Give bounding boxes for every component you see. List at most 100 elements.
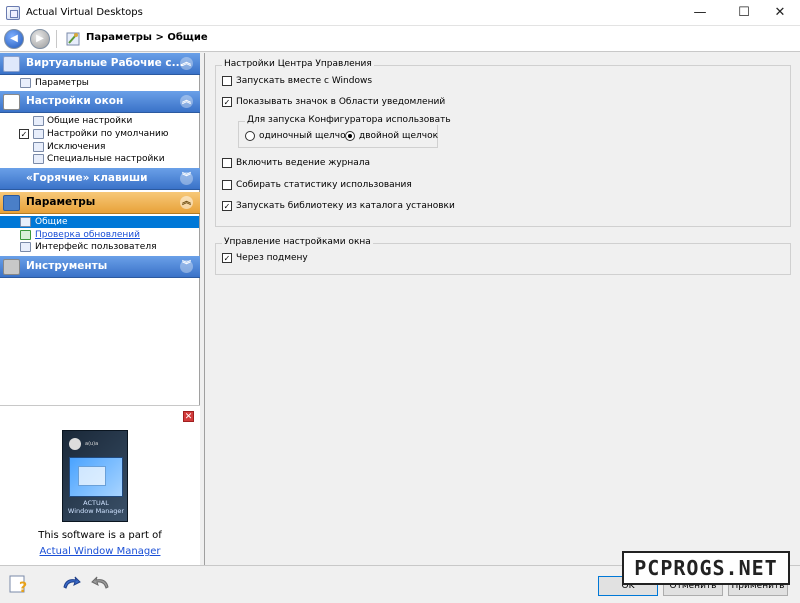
control-center-groupbox: Настройки Центра Управления Запускать вм… xyxy=(215,59,791,227)
chevron-down-icon[interactable]: ︾ xyxy=(180,172,193,185)
parameters-group-icon xyxy=(3,195,20,211)
watermark: PCPROGS.NET xyxy=(622,551,790,585)
window-title: Actual Virtual Desktops xyxy=(26,7,143,18)
forward-button[interactable]: ▶ xyxy=(30,29,50,49)
logging-checkbox[interactable] xyxy=(222,158,232,168)
sidebar-group-hotkeys[interactable]: «Горячие» клавиши ︾ xyxy=(0,168,200,190)
chevron-down-icon[interactable]: ︾ xyxy=(180,260,193,273)
single-click-radio[interactable] xyxy=(245,131,255,141)
desktops-icon xyxy=(3,56,20,72)
default-settings-checkbox[interactable]: ✓ xyxy=(19,129,29,139)
updates-icon xyxy=(20,230,31,240)
general-icon xyxy=(20,217,31,227)
brand-logo-icon xyxy=(69,438,81,450)
brand-line1: ACTUAL xyxy=(83,499,109,507)
window-settings-icon xyxy=(3,94,20,110)
sidebar-item-general-settings[interactable]: Общие настройки xyxy=(0,115,199,127)
option-label: Запускать библиотеку из каталога установ… xyxy=(236,201,455,211)
tray-icon-checkbox[interactable]: ✓ xyxy=(222,97,232,107)
sidebar-group-label: Настройки окон xyxy=(26,95,124,107)
groupbox-title: Настройки Центра Управления xyxy=(222,59,374,69)
library-checkbox[interactable]: ✓ xyxy=(222,201,232,211)
close-ad-icon[interactable]: ✕ xyxy=(183,411,194,422)
maximize-button[interactable]: ☐ xyxy=(724,0,764,26)
keyboard-icon xyxy=(3,171,20,187)
product-box-image: a(u)a ACTUAL Window Manager xyxy=(62,430,128,522)
sidebar-group-window-settings[interactable]: Настройки окон ︽ xyxy=(0,91,200,113)
sidebar-item-default-settings[interactable]: ✓ Настройки по умолчанию xyxy=(0,128,199,140)
sidebar-item-special-settings[interactable]: Специальные настройки xyxy=(0,153,199,165)
sidebar-item-user-interface[interactable]: Интерфейс пользователя xyxy=(0,241,199,253)
groupbox-title: Для запуска Конфигуратора использовать xyxy=(245,115,453,125)
brand-logo-text: a(u)a xyxy=(85,441,99,447)
main-content: Настройки Центра Управления Запускать вм… xyxy=(204,53,800,565)
settings-page-icon xyxy=(66,32,80,46)
undo-icon[interactable] xyxy=(60,573,82,595)
sidebar-item-exclusions[interactable]: Исключения xyxy=(0,141,199,153)
sidebar-item-parameters[interactable]: Параметры xyxy=(0,77,199,89)
minimize-button[interactable]: — xyxy=(680,0,720,26)
groupbox-title: Управление настройками окна xyxy=(222,237,373,247)
sidebar-item-label: Общие настройки xyxy=(47,116,133,126)
sidebar-group-parameters[interactable]: Параметры ︽ xyxy=(0,192,200,214)
stats-checkbox[interactable] xyxy=(222,180,232,190)
sidebar-group-label: «Горячие» клавиши xyxy=(26,172,148,184)
redo-icon[interactable] xyxy=(90,573,112,595)
chevron-up-icon[interactable]: ︽ xyxy=(180,196,193,209)
default-settings-icon xyxy=(33,129,44,139)
sidebar-item-label: Проверка обновлений xyxy=(35,230,140,240)
ad-text: This software is a part of xyxy=(38,530,162,541)
toolbar: ◀ ▶ Параметры > Общие xyxy=(0,26,800,52)
close-button[interactable]: ✕ xyxy=(760,0,800,26)
tools-icon xyxy=(3,259,20,275)
option-label: Собирать статистику использования xyxy=(236,180,412,190)
substitution-checkbox[interactable]: ✓ xyxy=(222,253,232,263)
chevron-up-icon[interactable]: ︽ xyxy=(180,95,193,108)
sidebar-item-label: Исключения xyxy=(47,142,106,152)
back-button[interactable]: ◀ xyxy=(4,29,24,49)
arrow-left-icon: ◀ xyxy=(10,33,18,44)
ad-link[interactable]: Actual Window Manager xyxy=(0,546,200,557)
option-label: Включить ведение журнала xyxy=(236,158,371,168)
general-settings-icon xyxy=(33,116,44,126)
sidebar-item-check-updates[interactable]: Проверка обновлений xyxy=(0,229,199,241)
sidebar-item-label: Параметры xyxy=(35,78,89,88)
double-click-radio[interactable] xyxy=(345,131,355,141)
sidebar-group-virtual-desktops[interactable]: Виртуальные Рабочие с... ︽ xyxy=(0,53,200,75)
option-label: Показывать значок в Области уведомлений xyxy=(236,97,446,107)
sidebar-item-label: Интерфейс пользователя xyxy=(35,242,157,252)
sidebar-item-label: Настройки по умолчанию xyxy=(47,129,169,139)
arrow-right-icon: ▶ xyxy=(36,33,44,44)
sidebar-item-general[interactable]: Общие xyxy=(0,216,199,228)
title-bar: Actual Virtual Desktops — ☐ ✕ xyxy=(0,0,800,26)
brand-line2: Window Manager xyxy=(67,507,125,515)
sidebar-item-label: Специальные настройки xyxy=(47,154,165,164)
launch-method-groupbox: Для запуска Конфигуратора использовать о… xyxy=(238,115,453,148)
breadcrumb: Параметры > Общие xyxy=(86,32,208,43)
special-settings-icon xyxy=(33,154,44,164)
sidebar-group-label: Виртуальные Рабочие с... xyxy=(26,57,184,69)
parameters-icon xyxy=(20,78,31,88)
sidebar: Виртуальные Рабочие с... ︽ Параметры Нас… xyxy=(0,53,200,565)
window-management-groupbox: Управление настройками окна ✓ Через подм… xyxy=(215,237,791,275)
svg-text:?: ? xyxy=(19,580,27,595)
exclusions-icon xyxy=(33,142,44,152)
sidebar-group-tools[interactable]: Инструменты ︾ xyxy=(0,256,200,278)
ad-panel: ✕ a(u)a ACTUAL Window Manager This softw… xyxy=(0,405,200,565)
product-brand: ACTUAL Window Manager xyxy=(66,499,126,515)
chevron-up-icon[interactable]: ︽ xyxy=(180,57,193,70)
help-icon[interactable]: ? xyxy=(8,573,30,595)
option-label: одиночный щелчок xyxy=(259,131,352,141)
sidebar-group-label: Параметры xyxy=(26,196,96,208)
option-label: Через подмену xyxy=(236,253,308,263)
app-icon xyxy=(6,6,20,20)
sidebar-item-label: Общие xyxy=(35,217,68,227)
option-label: двойной щелчок xyxy=(359,131,439,141)
user-interface-icon xyxy=(20,242,31,252)
sidebar-group-label: Инструменты xyxy=(26,260,108,272)
startup-checkbox[interactable] xyxy=(222,76,232,86)
watermark-text: PCPROGS.NET xyxy=(634,556,778,580)
option-label: Запускать вместе с Windows xyxy=(236,76,373,86)
box-screen-graphic xyxy=(69,457,123,497)
toolbar-separator xyxy=(56,30,57,48)
